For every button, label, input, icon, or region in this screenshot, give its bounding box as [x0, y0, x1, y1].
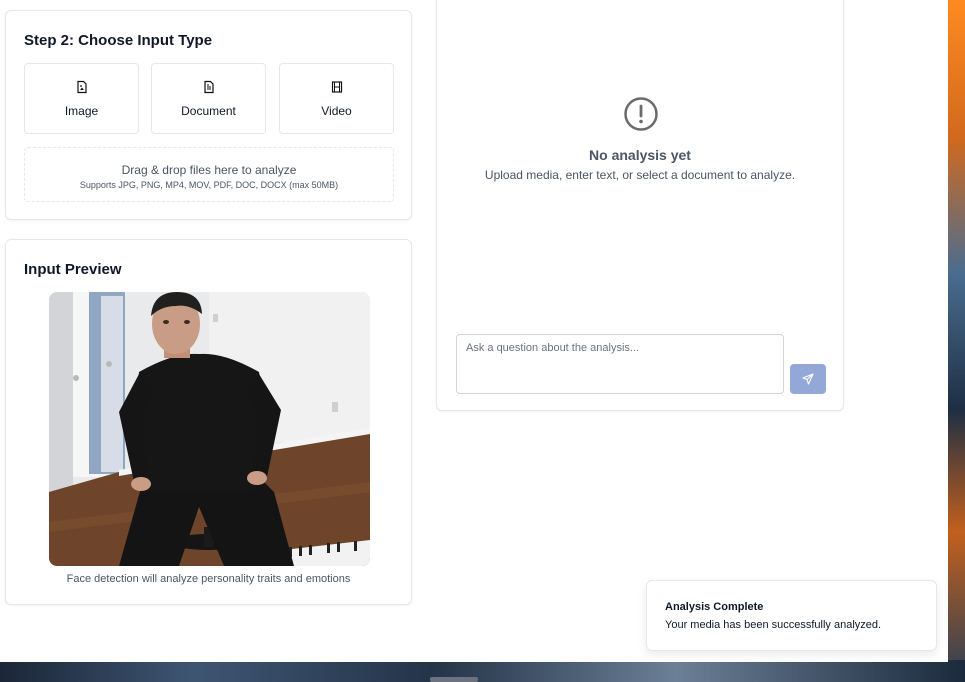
- document-type-button[interactable]: Document: [151, 63, 266, 134]
- input-preview-card: Input Preview Face detection will analyz…: [5, 239, 412, 605]
- dropzone-text: Drag & drop files here to analyze: [121, 163, 297, 177]
- preview-image: [49, 292, 370, 566]
- step2-card: Step 2: Choose Input Type Image Document: [5, 10, 412, 220]
- desktop-wallpaper-bottom: [0, 660, 965, 682]
- image-file-icon: [76, 80, 87, 93]
- video-type-button[interactable]: Video: [279, 63, 394, 134]
- preview-caption: Face detection will analyze personality …: [66, 573, 351, 585]
- image-type-label: Image: [64, 103, 99, 118]
- desktop-wallpaper-right: [948, 0, 965, 682]
- app-window: Step 2: Choose Input Type Image Document: [0, 0, 948, 662]
- document-icon: [203, 80, 214, 93]
- send-icon: [802, 373, 814, 385]
- analysis-results-card: No analysis yet Upload media, enter text…: [436, 0, 844, 411]
- empty-state-subtitle: Upload media, enter text, or select a do…: [484, 168, 796, 182]
- dropzone-formats: Supports JPG, PNG, MP4, MOV, PDF, DOC, D…: [79, 180, 339, 190]
- document-type-label: Document: [181, 103, 236, 118]
- step2-title: Step 2: Choose Input Type: [24, 32, 213, 49]
- toast-message: Your media has been successfully analyze…: [665, 619, 882, 631]
- toast-notification[interactable]: Analysis Complete Your media has been su…: [646, 580, 937, 651]
- question-input[interactable]: [456, 334, 784, 394]
- video-type-label: Video: [321, 103, 352, 118]
- image-type-button[interactable]: Image: [24, 63, 139, 134]
- file-dropzone[interactable]: Drag & drop files here to analyze Suppor…: [24, 147, 394, 202]
- alert-circle-icon: [624, 97, 658, 131]
- preview-title: Input Preview: [24, 261, 122, 278]
- film-icon: [331, 80, 342, 93]
- taskbar-handle[interactable]: [430, 677, 478, 682]
- send-button[interactable]: [790, 364, 826, 394]
- empty-state-title: No analysis yet: [589, 147, 691, 163]
- toast-title: Analysis Complete: [665, 601, 764, 613]
